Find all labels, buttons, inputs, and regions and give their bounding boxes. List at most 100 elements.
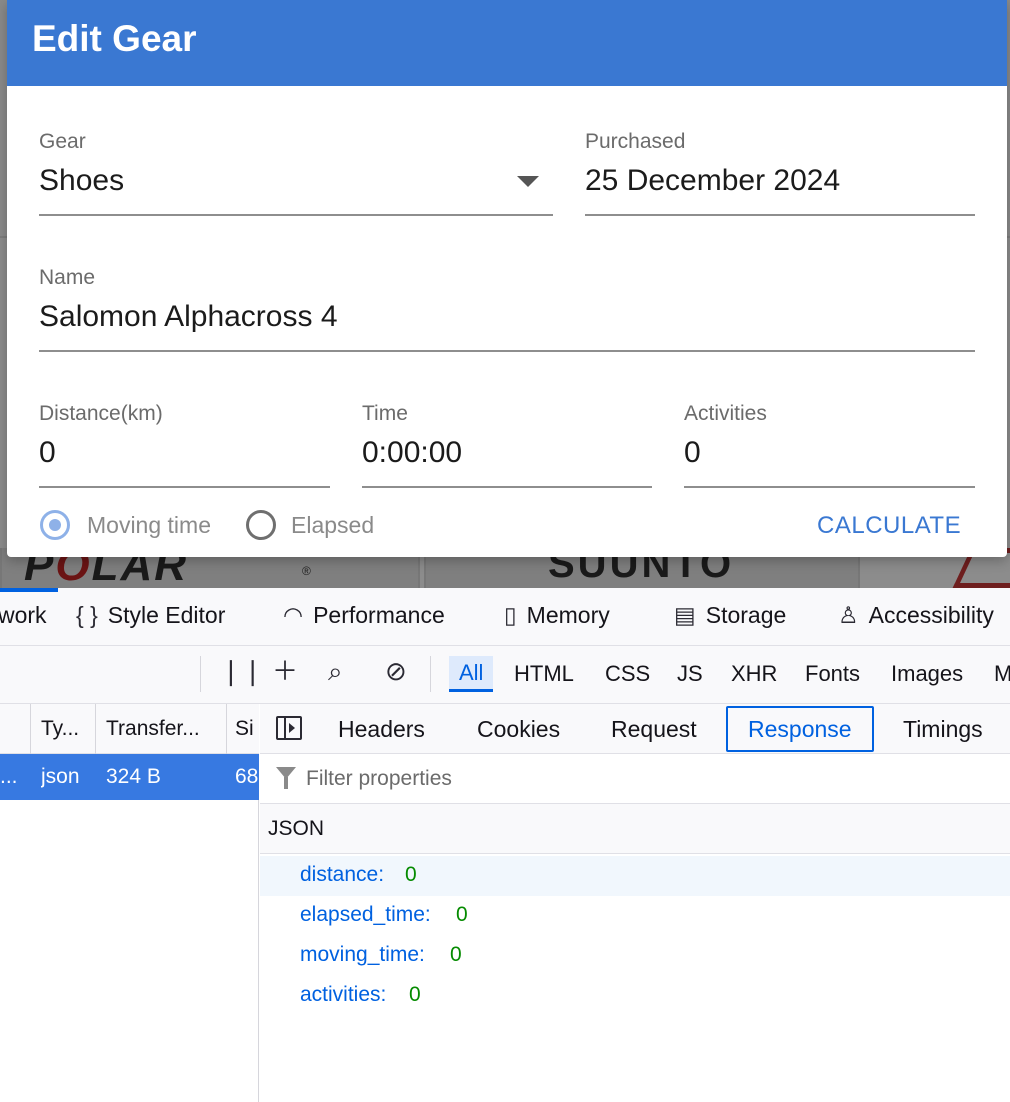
- memory-chip-icon: ▯: [504, 602, 517, 628]
- moving-time-label[interactable]: Moving time: [87, 512, 211, 539]
- purchased-date-field[interactable]: Purchased 25 December 2024: [585, 130, 975, 216]
- distance-value: 0: [39, 436, 56, 469]
- activities-field[interactable]: Activities 0: [684, 402, 975, 488]
- tab-headers[interactable]: Headers: [338, 716, 425, 743]
- purchased-label: Purchased: [585, 130, 686, 153]
- tab-timings[interactable]: Timings: [903, 716, 983, 743]
- moving-time-radio[interactable]: [40, 510, 70, 540]
- elapsed-label[interactable]: Elapsed: [291, 512, 374, 539]
- pause-icon[interactable]: ❘❘: [220, 658, 264, 684]
- json-title: JSON: [268, 817, 325, 840]
- request-size-cell: 68: [235, 765, 259, 788]
- panel-toggle-icon[interactable]: [276, 716, 302, 740]
- tab-cookies[interactable]: Cookies: [477, 716, 560, 743]
- tab-storage[interactable]: ▤ Storage: [674, 602, 786, 629]
- filter-all[interactable]: All: [449, 656, 494, 692]
- time-value: 0:00:00: [362, 436, 463, 469]
- json-row-activities[interactable]: activities: 0: [260, 976, 1010, 1016]
- name-label: Name: [39, 266, 96, 289]
- clear-block-icon[interactable]: ⊘: [385, 658, 407, 684]
- json-key: activities:: [300, 983, 387, 1006]
- tab-performance[interactable]: ◠ Performance: [283, 602, 445, 629]
- distance-underline: [39, 486, 330, 488]
- filter-properties-input[interactable]: Filter properties: [306, 767, 452, 791]
- gear-underline: [39, 214, 553, 216]
- request-type-cell: json: [41, 765, 80, 788]
- registered-mark: ®: [302, 564, 311, 578]
- edit-gear-dialog: Edit Gear Gear Shoes Purchased 25 Decemb…: [7, 0, 1007, 557]
- time-field[interactable]: Time 0:00:00: [362, 402, 652, 488]
- chevron-down-icon[interactable]: [517, 176, 539, 187]
- distance-field[interactable]: Distance(km) 0: [39, 402, 330, 488]
- json-value: 0: [450, 943, 462, 966]
- braces-icon: { }: [76, 602, 98, 628]
- column-transferred[interactable]: Transfer...: [106, 717, 224, 741]
- dialog-title: Edit Gear: [32, 18, 197, 59]
- activities-underline: [684, 486, 975, 488]
- devtools-panel: work { } Style Editor ◠ Performance ▯ Memor…: [0, 588, 1010, 1102]
- request-transfer-cell: 324 B: [106, 765, 161, 788]
- gauge-icon: ◠: [283, 602, 304, 628]
- column-separator: [95, 704, 96, 754]
- request-list-header: Ty... Transfer... Si: [0, 704, 259, 754]
- json-key: elapsed_time:: [300, 903, 431, 926]
- purchased-value: 25 December 2024: [585, 164, 841, 197]
- json-row-distance[interactable]: distance: 0: [260, 856, 1010, 896]
- toolbar-separator: [200, 656, 201, 692]
- request-details: Headers Cookies Request Response Timings…: [260, 704, 1010, 1102]
- gear-label: Gear: [39, 130, 86, 153]
- json-key: distance:: [300, 863, 385, 886]
- name-field[interactable]: Name Salomon Alphacross 4: [39, 266, 975, 352]
- filter-js[interactable]: JS: [677, 661, 703, 687]
- filter-fonts[interactable]: Fonts: [805, 661, 860, 687]
- storage-icon: ▤: [674, 602, 696, 628]
- tab-memory[interactable]: ▯ Memory: [504, 602, 610, 629]
- details-tab-bar: Headers Cookies Request Response Timings: [260, 704, 1010, 754]
- devtools-tab-bar: work { } Style Editor ◠ Performance ▯ Memor…: [0, 588, 1010, 646]
- json-row-moving-time[interactable]: moving_time: 0: [260, 936, 1010, 976]
- dialog-header: Edit Gear: [7, 0, 1007, 86]
- activities-label: Activities: [684, 402, 767, 425]
- name-value: Salomon Alphacross 4: [39, 300, 338, 333]
- json-row-elapsed-time[interactable]: elapsed_time: 0: [260, 896, 1010, 936]
- tab-network[interactable]: work: [0, 602, 47, 629]
- filter-icon: [276, 767, 296, 789]
- request-name-cell: ...: [0, 765, 18, 788]
- filter-properties-bar[interactable]: Filter properties: [260, 754, 1010, 804]
- purchased-underline: [585, 214, 975, 216]
- add-icon[interactable]: ＋: [272, 658, 298, 684]
- toolbar-separator: [430, 656, 431, 692]
- name-underline: [39, 350, 975, 352]
- time-underline: [362, 486, 652, 488]
- filter-xhr[interactable]: XHR: [731, 661, 777, 687]
- calculate-button[interactable]: CALCULATE: [817, 512, 961, 540]
- request-list: Ty... Transfer... Si ... json 324 B 68: [0, 704, 259, 1102]
- filter-html[interactable]: HTML: [514, 661, 574, 687]
- tab-style-editor[interactable]: { } Style Editor: [76, 602, 225, 629]
- time-label: Time: [362, 402, 408, 425]
- column-separator: [30, 704, 31, 754]
- gear-select[interactable]: Gear Shoes: [39, 130, 553, 216]
- json-key: moving_time:: [300, 943, 425, 966]
- network-toolbar: ❘❘ ＋ ⌕ ⊘ All HTML CSS JS XHR Fonts Image…: [0, 646, 1010, 704]
- activities-value: 0: [684, 436, 701, 469]
- json-value: 0: [456, 903, 468, 926]
- json-value: 0: [409, 983, 421, 1006]
- filter-more[interactable]: M: [994, 661, 1010, 687]
- column-type[interactable]: Ty...: [41, 717, 89, 741]
- tab-request[interactable]: Request: [611, 716, 697, 743]
- tab-accessibility[interactable]: ♙ Accessibility: [838, 602, 994, 629]
- elapsed-radio[interactable]: [246, 510, 276, 540]
- column-separator: [226, 704, 227, 754]
- json-section-header[interactable]: JSON: [260, 804, 1010, 854]
- gear-value: Shoes: [39, 164, 125, 197]
- tab-response[interactable]: Response: [726, 706, 874, 752]
- json-value: 0: [405, 863, 417, 886]
- selected-tab-indicator: [0, 588, 58, 592]
- search-icon[interactable]: ⌕: [328, 658, 343, 684]
- filter-css[interactable]: CSS: [605, 661, 650, 687]
- accessibility-icon: ♙: [838, 602, 859, 628]
- table-row[interactable]: ... json 324 B 68: [0, 754, 259, 800]
- column-size[interactable]: Si: [235, 717, 259, 741]
- filter-images[interactable]: Images: [891, 661, 963, 687]
